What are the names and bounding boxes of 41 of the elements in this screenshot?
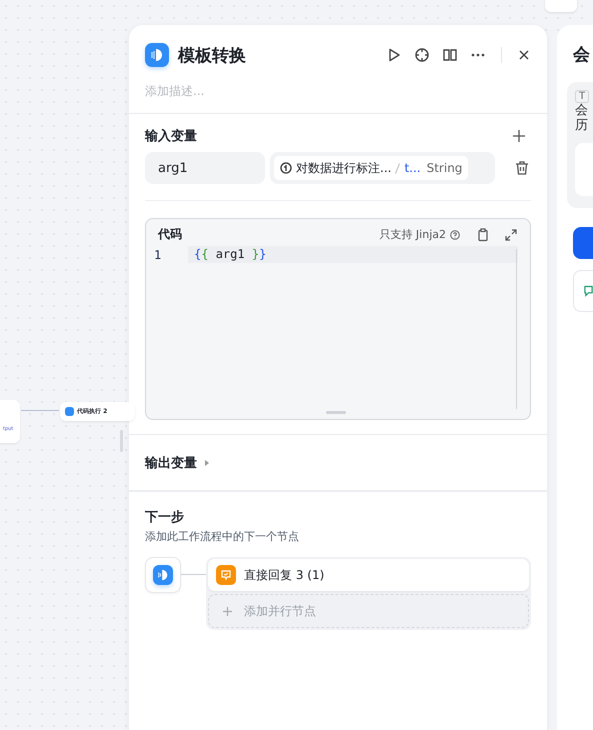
connector-line [181,574,206,575]
section-title: 输出变量 [145,454,197,472]
description-field[interactable]: 添加描述... [145,83,531,99]
line-number: 1 [153,248,162,262]
book-icon[interactable] [442,47,458,63]
jinja-hint: 只支持 Jinja2 [379,227,446,242]
panel-title: 模板转换 [178,44,246,66]
add-icon[interactable] [513,130,525,142]
side-text: 历 [575,118,589,133]
side-button[interactable] [573,270,593,312]
resize-handle[interactable] [326,411,346,414]
copy-icon[interactable] [476,228,490,242]
expand-icon[interactable] [504,228,518,242]
connector-line [21,410,59,411]
help-icon[interactable] [450,230,460,240]
section-subtitle: 添加此工作流程中的下一个节点 [145,529,300,544]
variable-path: t... [404,161,421,175]
template-icon [145,43,169,67]
side-text: 会 [575,103,589,118]
editor-title: 代码 [158,226,182,243]
separator-icon [395,162,400,174]
side-button[interactable] [573,227,593,259]
code-editor[interactable]: 代码 只支持 Jinja2 1 {{ arg1 }} [145,218,531,420]
source-node-label: 对数据进行标注... [296,160,392,176]
reply-icon [216,565,236,585]
caret-icon[interactable] [203,458,211,466]
next-node[interactable]: 直接回复 3 (1) [208,559,529,591]
chat-icon [584,285,593,297]
variable-selector[interactable]: 对数据进行标注... t... String [270,152,495,184]
variable-chip[interactable]: 对数据进行标注... t... String [274,156,468,180]
variable-name-field[interactable]: arg1 [145,152,265,184]
delete-icon[interactable] [514,160,530,176]
section-title: 输入变量 [145,128,197,145]
add-icon [223,606,232,616]
crosshair-icon[interactable] [414,47,430,63]
section-title: 下一步 [145,509,185,526]
template-icon [153,565,173,585]
close-icon[interactable] [517,48,531,62]
variable-type: String [426,161,462,175]
type-tag: T [575,90,590,103]
side-panel-title: 会 [573,44,591,66]
